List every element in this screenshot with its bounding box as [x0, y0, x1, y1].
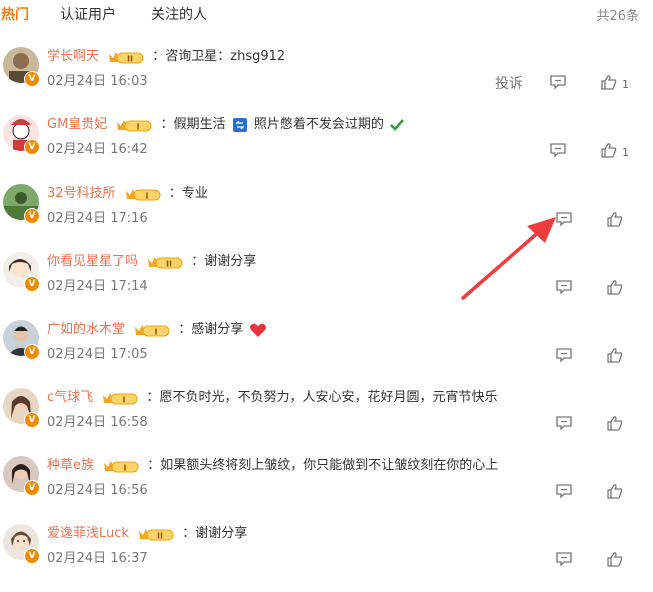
comment-time: 02月24日 16:37 — [47, 551, 148, 566]
comment-text: ：谢谢分享 — [191, 254, 257, 269]
like-count: 1 — [622, 146, 629, 159]
vip-level: I — [145, 191, 148, 200]
comment-time: 02月24日 17:14 — [47, 279, 148, 294]
like-count: 1 — [622, 78, 629, 91]
comment-time: 02月24日 17:16 — [47, 211, 148, 226]
reply-icon[interactable] — [555, 551, 573, 567]
vip-badge-icon: V — [24, 71, 40, 87]
username[interactable]: 你看见星星了吗 — [47, 254, 138, 269]
comment-item: V 爱逸菲浅Luck II ：谢谢分享 02月24日 16:37 — [0, 524, 653, 592]
reply-icon[interactable] — [555, 483, 573, 499]
like-icon[interactable] — [606, 279, 624, 295]
comment-time: 02月24日 16:58 — [47, 415, 148, 430]
vip-crown-icon: II — [107, 49, 145, 65]
vip-badge-icon: V — [24, 412, 40, 428]
comment-item: V c气球飞 I ：愿不负时光，不负努力，人安心安，花好月圆，元宵节快乐 02月… — [0, 388, 653, 456]
username[interactable]: 爱逸菲浅Luck — [47, 526, 129, 541]
comment-text: ：专业 — [168, 186, 208, 201]
annotation-arrow-icon — [461, 217, 556, 300]
vip-crown-icon: II — [146, 254, 184, 270]
vip-level: I — [155, 327, 158, 336]
comment-text: ：如果额头终将刻上皱纹，你只能做到不让皱纹刻在你的心上 — [147, 458, 499, 473]
reply-icon[interactable] — [549, 74, 567, 90]
username[interactable]: GM皇贵妃 — [47, 117, 107, 132]
like-icon[interactable] — [600, 74, 618, 90]
username[interactable]: 广如的水木堂 — [47, 322, 125, 337]
vip-crown-icon: I — [102, 458, 140, 474]
vip-level: I — [123, 395, 126, 404]
vip-badge-icon: V — [24, 548, 40, 564]
like-icon[interactable] — [606, 483, 624, 499]
comment-time: 02月24日 16:42 — [47, 142, 148, 157]
vip-crown-icon: II — [137, 526, 175, 542]
comment-text: ：假期生活 — [160, 117, 226, 132]
like-icon[interactable] — [600, 142, 618, 158]
check-mark-emoji-icon — [390, 118, 404, 132]
heart-emoji-icon — [249, 322, 267, 338]
like-icon[interactable] — [606, 347, 624, 363]
reply-icon[interactable] — [555, 415, 573, 431]
reply-icon[interactable] — [555, 347, 573, 363]
comment-item: V 学长啊天 II ：咨询卫星：zhsg912 02月24日 16:03 投诉 … — [0, 47, 653, 115]
tab-hot[interactable]: 热门 — [1, 4, 29, 24]
username[interactable]: c气球飞 — [47, 390, 93, 405]
vip-crown-icon: I — [124, 186, 162, 202]
like-icon[interactable] — [606, 211, 624, 227]
like-icon[interactable] — [606, 415, 624, 431]
comment-text: ：咨询卫星：zhsg912 — [152, 49, 286, 64]
comment-text: ：愿不负时光，不负努力，人安心安，花好月圆，元宵节快乐 — [146, 390, 498, 405]
vip-crown-icon: I — [133, 322, 171, 338]
comment-time: 02月24日 17:05 — [47, 347, 148, 362]
vip-crown-icon: I — [101, 390, 139, 406]
like-icon[interactable] — [606, 551, 624, 567]
comment-item: V 广如的水木堂 I ：感谢分享 02月24日 17:05 — [0, 320, 653, 388]
vip-level: II — [166, 259, 172, 268]
vip-badge-icon: V — [24, 480, 40, 496]
username[interactable]: 种草e族 — [47, 458, 94, 473]
vip-badge-icon: V — [24, 139, 40, 155]
vip-badge-icon: V — [24, 208, 40, 224]
reply-icon[interactable] — [549, 142, 567, 158]
comment-text: ：感谢分享 — [178, 322, 244, 337]
vip-level: II — [127, 54, 133, 63]
vip-badge-icon: V — [24, 276, 40, 292]
vip-level: I — [137, 122, 140, 131]
tab-verified-users[interactable]: 认证用户 — [60, 4, 116, 24]
comment-item: V 种草e族 I ：如果额头终将刻上皱纹，你只能做到不让皱纹刻在你的心上 02月… — [0, 456, 653, 524]
end-sign-emoji-icon — [232, 117, 247, 132]
comment-time: 02月24日 16:03 — [47, 74, 148, 89]
username[interactable]: 32号科技所 — [47, 186, 116, 201]
comment-time: 02月24日 16:56 — [47, 483, 148, 498]
username[interactable]: 学长啊天 — [47, 49, 99, 64]
vip-level: I — [124, 463, 127, 472]
comment-text-extra: 照片憋着不发会过期的 — [253, 117, 384, 132]
comment-text: ：谢谢分享 — [182, 526, 248, 541]
vip-level: II — [157, 531, 163, 540]
vip-badge-icon: V — [24, 344, 40, 360]
tab-following[interactable]: 关注的人 — [151, 4, 207, 24]
report-button[interactable]: 投诉 — [495, 73, 523, 93]
total-count: 共26条 — [596, 9, 639, 24]
vip-crown-icon: I — [115, 117, 153, 133]
comment-item: V GM皇贵妃 I ：假期生活 照片憋着不发会过期的 02月24日 16:42 … — [0, 115, 653, 183]
comment-tabs: 热门 认证用户 关注的人 共26条 — [0, 0, 653, 28]
